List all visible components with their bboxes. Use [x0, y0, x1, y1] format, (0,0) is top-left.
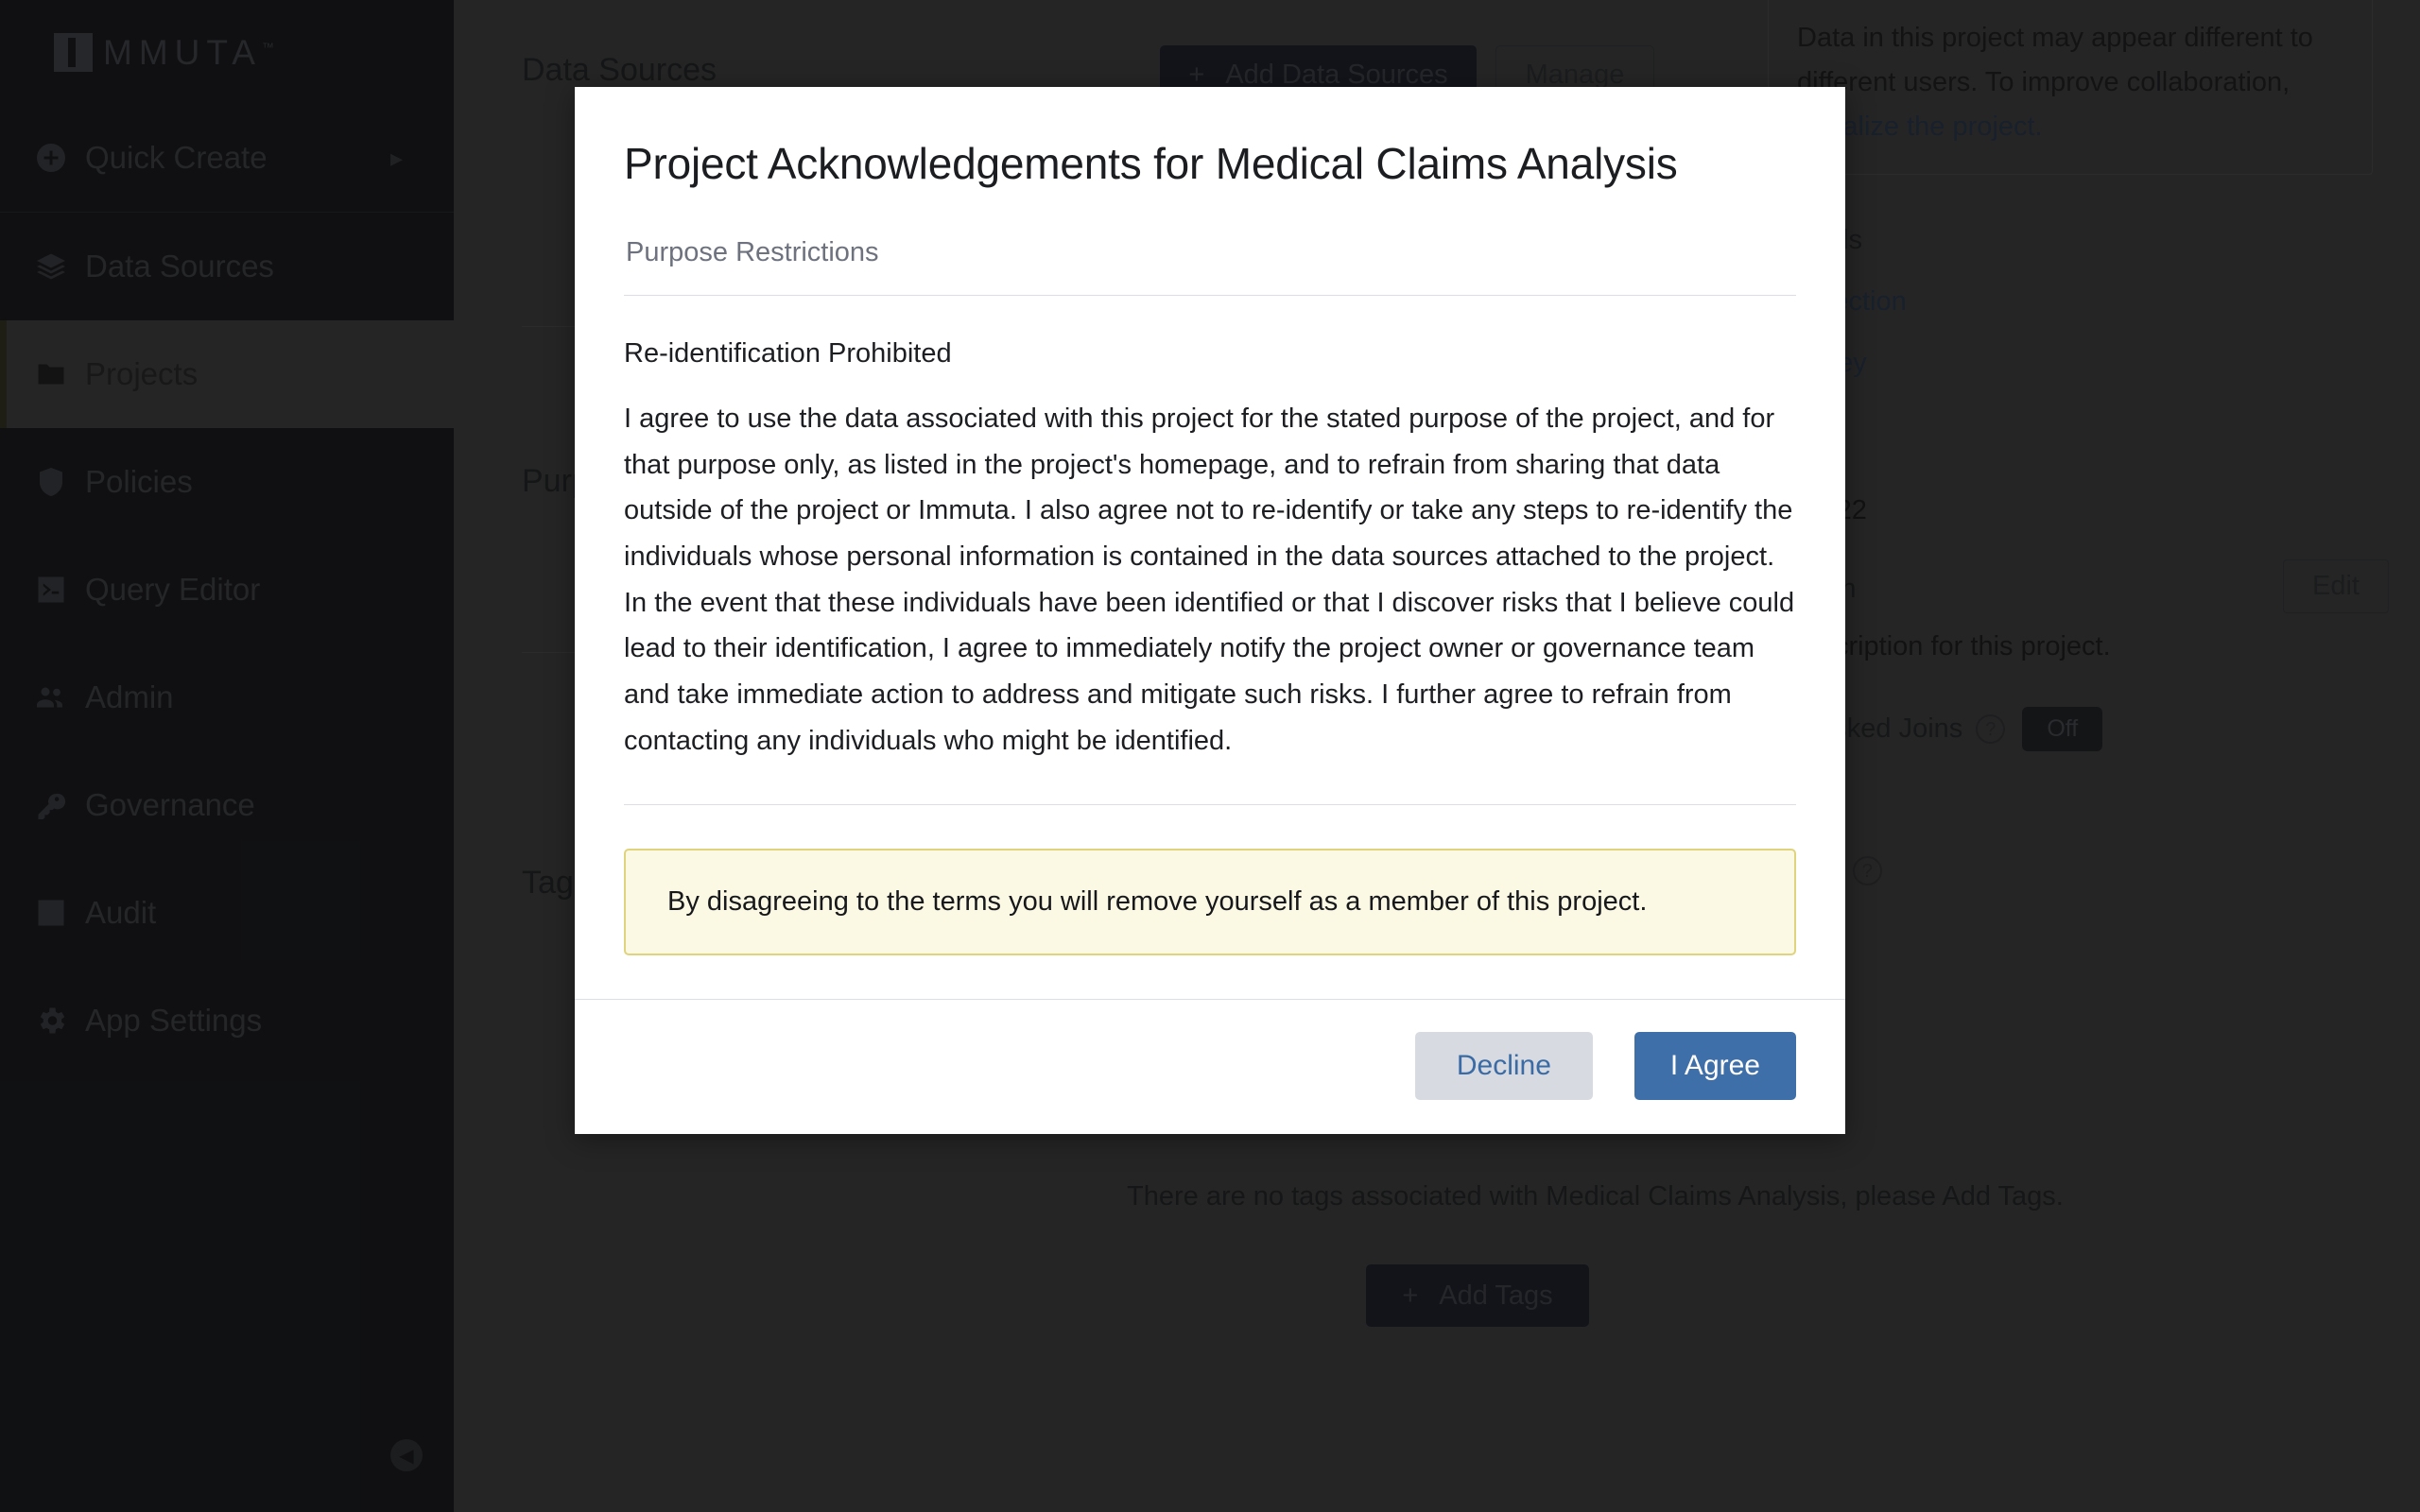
- purpose-restrictions-label: Purpose Restrictions: [626, 236, 879, 267]
- decline-button[interactable]: Decline: [1414, 1031, 1593, 1100]
- agree-label: I Agree: [1669, 1049, 1760, 1081]
- acknowledgement-text: I agree to use the data associated with …: [624, 403, 1795, 756]
- agree-button[interactable]: I Agree: [1634, 1031, 1796, 1100]
- modal-title: Project Acknowledgements for Medical Cla…: [624, 139, 1678, 188]
- modal-body: Purpose Restrictions Re-identification P…: [575, 192, 1845, 955]
- modal-divider-top: [624, 294, 1796, 296]
- acknowledgement-title: Re-identification Prohibited: [624, 337, 952, 369]
- disagree-warning-box: By disagreeing to the terms you will rem…: [624, 848, 1796, 955]
- app-root: MMUTA™ Quick Create ▸ Data Sources Proje…: [0, 0, 2420, 1512]
- modal-divider-mid: [624, 803, 1796, 805]
- project-acknowledgements-modal: Project Acknowledgements for Medical Cla…: [575, 87, 1845, 1134]
- disagree-warning-text: By disagreeing to the terms you will rem…: [667, 885, 1648, 917]
- decline-label: Decline: [1456, 1049, 1551, 1081]
- modal-footer: Decline I Agree: [575, 998, 1845, 1134]
